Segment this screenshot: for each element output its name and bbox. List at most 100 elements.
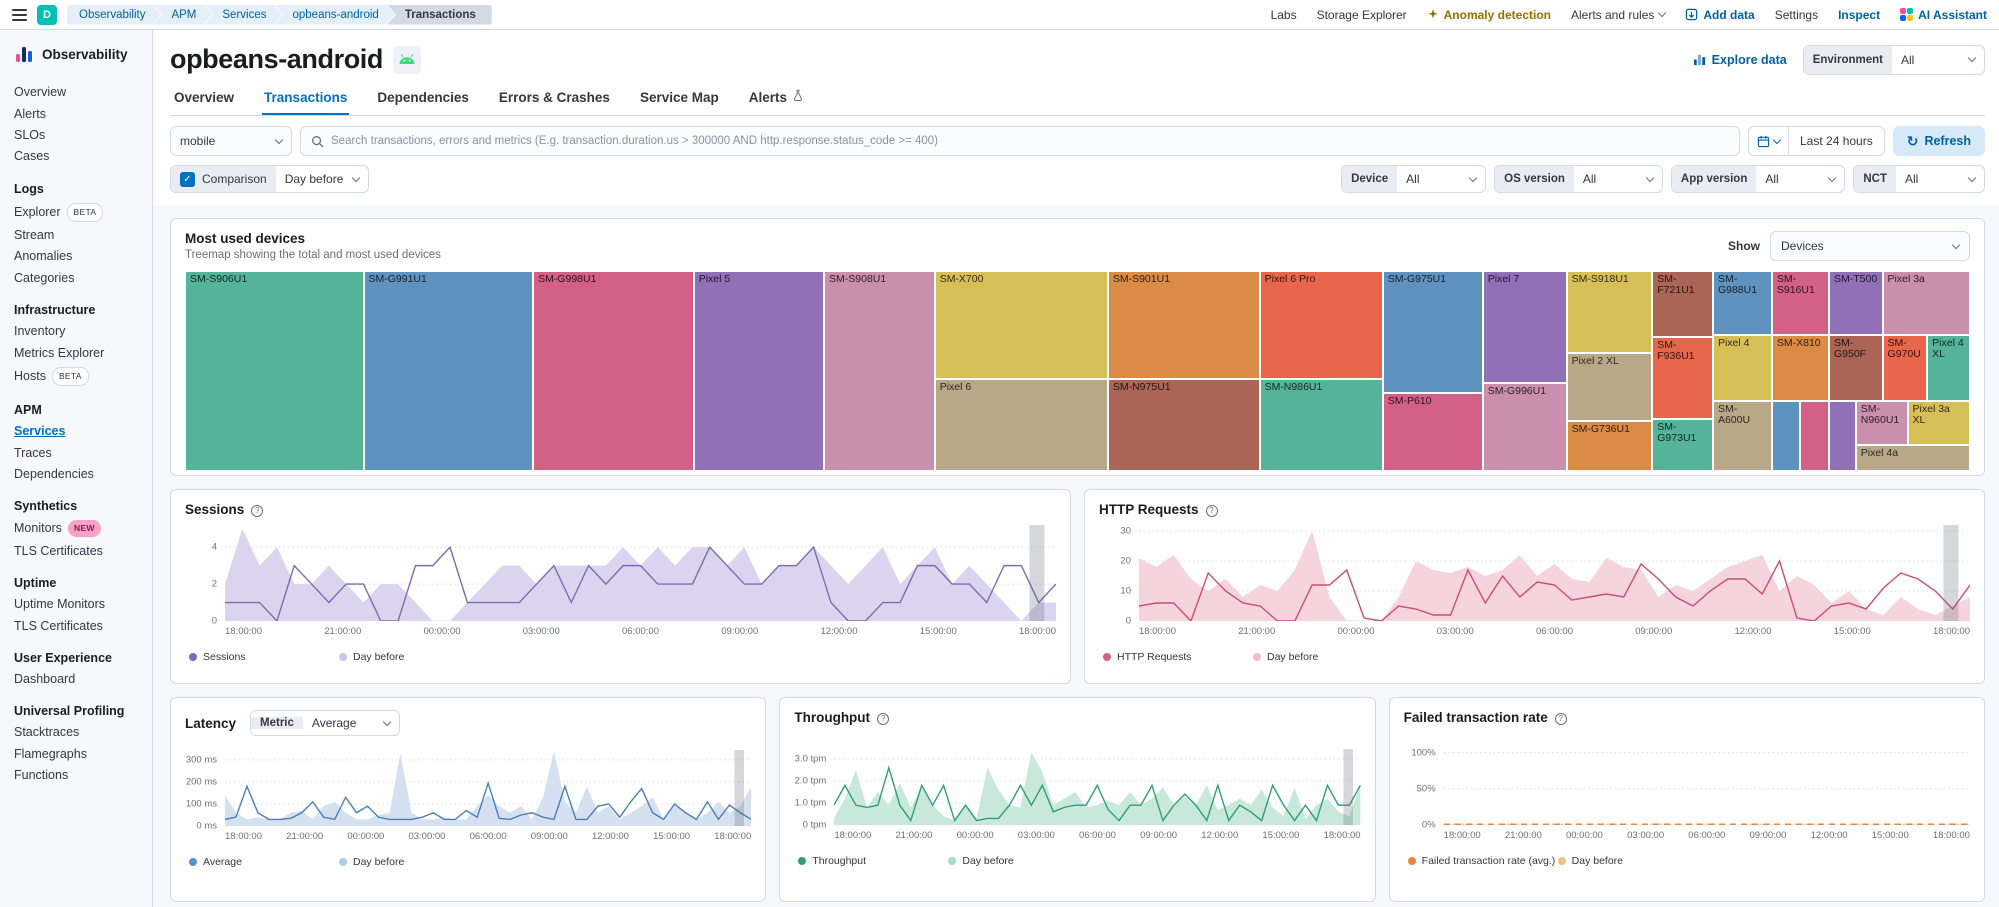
- treemap-tile-pixel-5[interactable]: Pixel 5: [694, 271, 824, 471]
- treemap-tile-sm-g950f[interactable]: SM-G950F: [1829, 335, 1883, 401]
- sidebar-item-cases[interactable]: Cases: [14, 146, 144, 167]
- treemap-tile-sm-s918u1[interactable]: SM-S918U1: [1567, 271, 1653, 353]
- breadcrumb-item-apm[interactable]: APM: [153, 5, 212, 25]
- tab-service-map[interactable]: Service Map: [638, 87, 721, 115]
- legend-item-http-requests[interactable]: HTTP Requests: [1103, 651, 1253, 663]
- treemap-tile-sm-p610[interactable]: SM-P610: [1383, 393, 1483, 471]
- treemap-tile-pixel-3a[interactable]: Pixel 3a: [1883, 271, 1970, 335]
- tab-errors-crashes[interactable]: Errors & Crashes: [497, 87, 612, 115]
- treemap-tile-pixel-7[interactable]: Pixel 7: [1483, 271, 1567, 383]
- sidebar-item-slos[interactable]: SLOs: [14, 125, 144, 146]
- breadcrumb-item-opbeans-android[interactable]: opbeans-android: [275, 5, 395, 25]
- time-range-value[interactable]: Last 24 hours: [1789, 127, 1884, 155]
- sidebar-item-categories[interactable]: Categories: [14, 268, 144, 289]
- sidebar-item-explorer[interactable]: ExplorerBETA: [14, 200, 144, 225]
- treemap-tile-sm-f721u1[interactable]: SM-F721U1: [1652, 271, 1713, 337]
- treemap-tile-pixel-6-pro[interactable]: Pixel 6 Pro: [1260, 271, 1383, 379]
- date-picker-calendar-button[interactable]: [1749, 127, 1789, 155]
- sidebar-item-stacktraces[interactable]: Stacktraces: [14, 722, 144, 743]
- anomaly-detection-link[interactable]: Anomaly detection: [1427, 8, 1551, 22]
- scope-select[interactable]: mobile: [170, 126, 292, 156]
- comparison-select[interactable]: Day before: [276, 166, 369, 192]
- legend-item-sessions[interactable]: Sessions: [189, 651, 339, 663]
- labs-link[interactable]: Labs: [1271, 8, 1297, 22]
- treemap-tile-pixel-4a[interactable]: Pixel 4a: [1856, 445, 1970, 471]
- sidebar-item-functions[interactable]: Functions: [14, 765, 144, 786]
- treemap-tile-pixel-2-xl[interactable]: Pixel 2 XL: [1567, 353, 1653, 421]
- alerts-and-rules-menu[interactable]: Alerts and rules: [1571, 8, 1665, 22]
- treemap-tile-sm-a600u[interactable]: SM-A600U: [1713, 401, 1772, 471]
- legend-item-day-before[interactable]: Day before: [339, 651, 404, 663]
- treemap-tile-sm-s916u1[interactable]: SM-S916U1: [1772, 271, 1829, 335]
- legend-item-day-before[interactable]: Day before: [1253, 651, 1318, 663]
- treemap-tile-sm-g970u[interactable]: SM-G970U: [1883, 335, 1928, 401]
- help-icon[interactable]: ?: [877, 713, 889, 725]
- breadcrumb-item-observability[interactable]: Observability: [67, 5, 161, 25]
- breadcrumb-item-services[interactable]: Services: [204, 5, 282, 25]
- treemap-tile[interactable]: [1772, 401, 1801, 471]
- treemap-tile-sm-g736u1[interactable]: SM-G736U1: [1567, 421, 1653, 471]
- treemap-tile-sm-g988u1[interactable]: SM-G988U1: [1713, 271, 1772, 335]
- sidebar-item-dashboard[interactable]: Dashboard: [14, 669, 144, 690]
- menu-icon[interactable]: [12, 9, 27, 21]
- storage-explorer-link[interactable]: Storage Explorer: [1317, 8, 1407, 22]
- space-avatar[interactable]: D: [37, 5, 57, 25]
- treemap-tile-pixel-4[interactable]: Pixel 4: [1713, 335, 1772, 401]
- sidebar-item-stream[interactable]: Stream: [14, 225, 144, 246]
- comparison-checkbox[interactable]: ✓: [180, 172, 195, 187]
- legend-item-day-before[interactable]: Day before: [948, 855, 1013, 867]
- filter-app-version[interactable]: App versionAll: [1671, 165, 1845, 193]
- treemap-tile-sm-x810[interactable]: SM-X810: [1772, 335, 1829, 401]
- add-data-link[interactable]: Add data: [1685, 8, 1754, 22]
- treemap-tile-pixel-4-xl[interactable]: Pixel 4 XL: [1927, 335, 1970, 401]
- treemap-tile-sm-f936u1[interactable]: SM-F936U1: [1652, 337, 1713, 419]
- ai-assistant-button[interactable]: AI Assistant: [1900, 8, 1987, 22]
- legend-item-failed-transaction-rate-avg[interactable]: Failed transaction rate (avg.): [1408, 855, 1558, 867]
- treemap-tile-sm-s901u1[interactable]: SM-S901U1: [1108, 271, 1260, 379]
- legend-item-day-before[interactable]: Day before: [339, 856, 404, 868]
- treemap-tile-sm-s908u1[interactable]: SM-S908U1: [824, 271, 935, 471]
- sidebar-item-hosts[interactable]: HostsBETA: [14, 364, 144, 389]
- tab-alerts[interactable]: Alerts: [747, 87, 806, 115]
- explore-data-link[interactable]: Explore data: [1693, 53, 1787, 67]
- sidebar-item-metrics-explorer[interactable]: Metrics Explorer: [14, 342, 144, 363]
- legend-item-day-before[interactable]: Day before: [1558, 855, 1623, 867]
- treemap-tile-sm-s906u1[interactable]: SM-S906U1: [185, 271, 364, 471]
- sidebar-item-services[interactable]: Services: [14, 421, 144, 442]
- tab-overview[interactable]: Overview: [172, 87, 236, 115]
- help-icon[interactable]: ?: [1555, 713, 1567, 725]
- filter-device[interactable]: DeviceAll: [1341, 165, 1486, 193]
- show-select[interactable]: Devices: [1770, 231, 1970, 261]
- latency-metric-select[interactable]: Metric Average: [250, 710, 400, 736]
- environment-select[interactable]: Environment All: [1803, 45, 1985, 75]
- treemap-tile-sm-t500[interactable]: SM-T500: [1829, 271, 1883, 335]
- treemap-tile-sm-g998u1[interactable]: SM-G998U1: [533, 271, 694, 471]
- sidebar-item-inventory[interactable]: Inventory: [14, 321, 144, 342]
- sidebar-item-dependencies[interactable]: Dependencies: [14, 464, 144, 485]
- help-icon[interactable]: ?: [1206, 505, 1218, 517]
- filter-os-version[interactable]: OS versionAll: [1494, 165, 1663, 193]
- treemap-tile-sm-g975u1[interactable]: SM-G975U1: [1383, 271, 1483, 393]
- sidebar-item-overview[interactable]: Overview: [14, 82, 144, 103]
- treemap-tile-sm-g973u1[interactable]: SM-G973U1: [1652, 419, 1713, 471]
- sidebar-item-monitors[interactable]: MonitorsNEW: [14, 517, 144, 540]
- treemap-tile-sm-n975u1[interactable]: SM-N975U1: [1108, 379, 1260, 471]
- treemap-tile-pixel-6[interactable]: Pixel 6: [935, 379, 1108, 471]
- treemap-tile-pixel-3a-xl[interactable]: Pixel 3a XL: [1908, 401, 1970, 445]
- treemap-tile-sm-x700[interactable]: SM-X700: [935, 271, 1108, 379]
- treemap-tile[interactable]: [1800, 401, 1829, 471]
- tab-transactions[interactable]: Transactions: [262, 87, 349, 115]
- sidebar-item-anomalies[interactable]: Anomalies: [14, 246, 144, 267]
- filter-nct[interactable]: NCTAll: [1853, 165, 1985, 193]
- sidebar-item-flamegraphs[interactable]: Flamegraphs: [14, 744, 144, 765]
- refresh-button[interactable]: ↻ Refresh: [1893, 126, 1985, 156]
- settings-link[interactable]: Settings: [1775, 8, 1818, 22]
- help-icon[interactable]: ?: [251, 505, 263, 517]
- legend-item-average[interactable]: Average: [189, 856, 339, 868]
- sidebar-item-traces[interactable]: Traces: [14, 443, 144, 464]
- legend-item-throughput[interactable]: Throughput: [798, 855, 948, 867]
- sidebar-item-uptime-monitors[interactable]: Uptime Monitors: [14, 594, 144, 615]
- tab-dependencies[interactable]: Dependencies: [375, 87, 471, 115]
- search-input[interactable]: [331, 135, 1729, 147]
- treemap-tile-sm-n960u1[interactable]: SM-N960U1: [1856, 401, 1908, 445]
